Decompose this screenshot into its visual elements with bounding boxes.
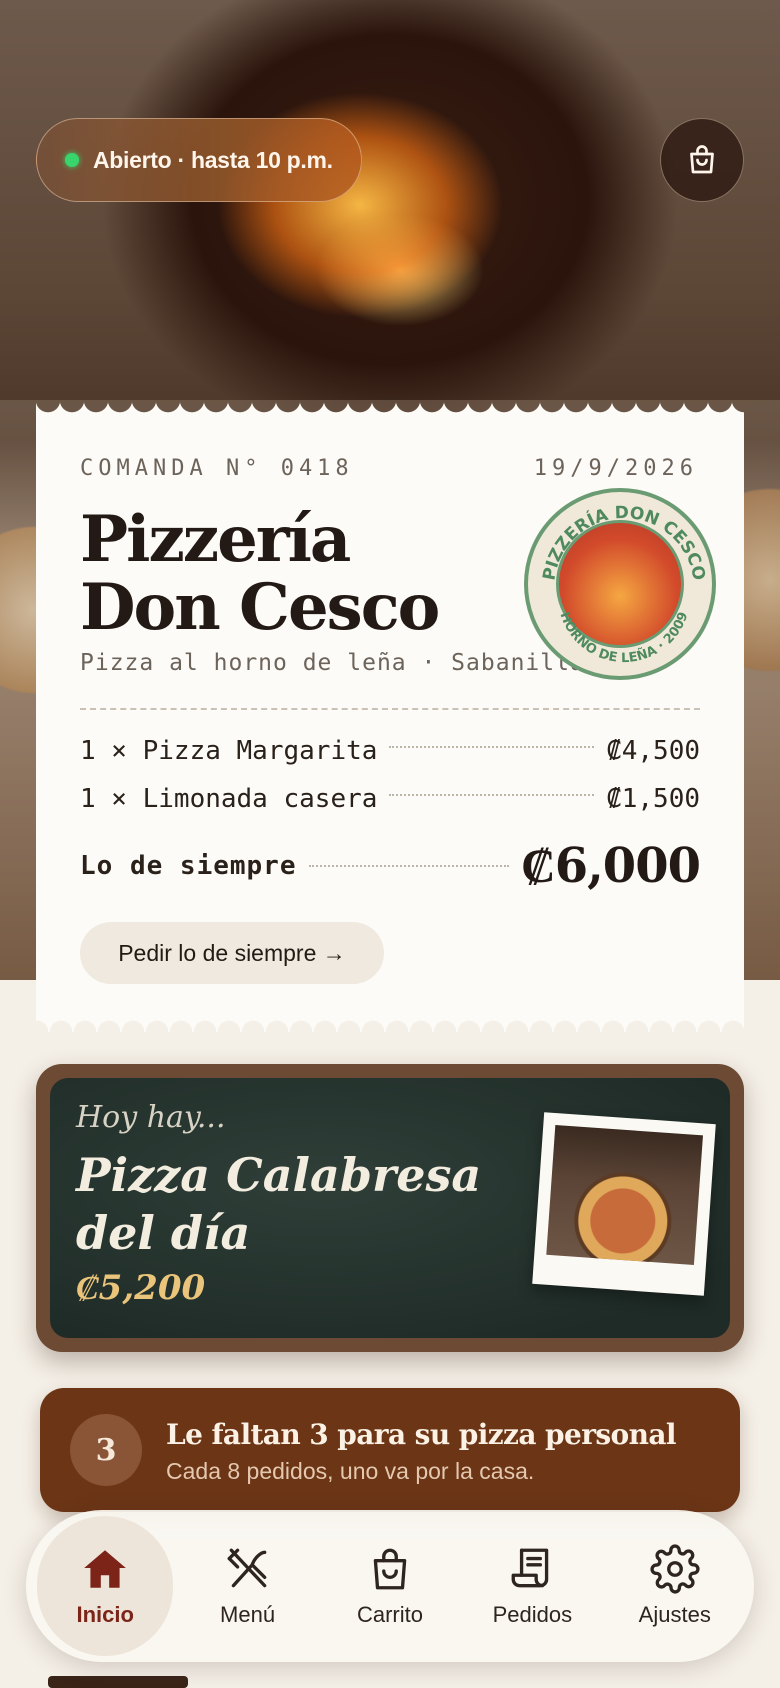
nav-item-menu[interactable]: Menú [180,1516,316,1656]
svg-text:PIZZERÍA DON CESCO: PIZZERÍA DON CESCO [539,503,708,582]
open-status-pill: Abierto · hasta 10 p.m. [36,118,362,202]
nav-item-settings[interactable]: Ajustes [607,1516,743,1656]
seal-text-ring: PIZZERÍA DON CESCO HORNO DE LEÑA · 2009 [539,503,708,666]
cart-button[interactable] [660,118,744,202]
nav-item-orders[interactable]: Pedidos [464,1516,600,1656]
special-photo-polaroid [532,1112,716,1296]
special-price: ₡5,200 [76,1268,206,1308]
item-price: ₡4,500 [606,736,700,766]
nav-label: Menú [220,1602,276,1627]
total-value: ₡6,000 [521,838,701,894]
total-label: Lo de siempre [80,851,297,881]
nav-item-cart[interactable]: Carrito [322,1516,458,1656]
loyalty-remaining-badge: 3 [70,1414,142,1486]
item-label: 1 × Limonada casera [80,784,378,814]
special-name: Pizza Calabresa del día [76,1148,482,1260]
shopping-bag-icon [373,1548,407,1590]
shopping-bag-icon [690,145,714,174]
receipt-line-item: 1 × Limonada casera ₡1,500 [80,784,700,814]
restaurant-name-line1: Pizzería [80,502,351,577]
receipt-icon [511,1548,549,1588]
status-text: Abierto · hasta 10 p.m. [93,146,333,173]
restaurant-name: Pizzería Don Cesco [80,502,440,645]
nav-label: Carrito [356,1602,423,1627]
bottom-nav: Inicio Menú Carrito Pedidos Ajustes [26,1510,754,1662]
pizza-photo [546,1125,703,1266]
obscured-content [48,1676,188,1688]
gear-icon [650,1544,700,1594]
receipt-edge-bottom [36,1010,744,1032]
item-price: ₡1,500 [606,784,700,814]
restaurant-name-line2: Don Cesco [80,570,440,645]
special-kicker: Hoy hay... [76,1100,226,1135]
restaurant-tagline: Pizza al horno de leña · Sabanilla [80,650,585,676]
item-label: 1 × Pizza Margarita [80,736,378,766]
order-date: 19/9/2026 [533,456,698,481]
receipt-divider [80,708,700,710]
nav-label: Inicio [76,1602,134,1627]
loyalty-title: Le faltan 3 para su pizza personal [166,1418,677,1451]
nav-label: Ajustes [638,1602,711,1627]
nav-item-home[interactable]: Inicio [37,1516,174,1656]
status-dot-icon [65,153,79,167]
loyalty-subtitle: Cada 8 pedidos, uno va por la casa. [166,1458,535,1484]
order-number: COMANDA N° 0418 [80,456,354,481]
nav-label: Pedidos [492,1602,573,1627]
fork-knife-icon [227,1548,266,1588]
receipt-line-item: 1 × Pizza Margarita ₡4,500 [80,736,700,766]
receipt-total-row: Lo de siempre ₡6,000 [80,838,701,894]
home-icon [84,1550,127,1588]
restaurant-logo-seal: PIZZERÍA DON CESCO HORNO DE LEÑA · 2009 [524,488,716,680]
reorder-usual-button[interactable]: Pedir lo de siempre → [80,922,384,984]
svg-text:HORNO DE LEÑA · 2009: HORNO DE LEÑA · 2009 [556,610,691,666]
